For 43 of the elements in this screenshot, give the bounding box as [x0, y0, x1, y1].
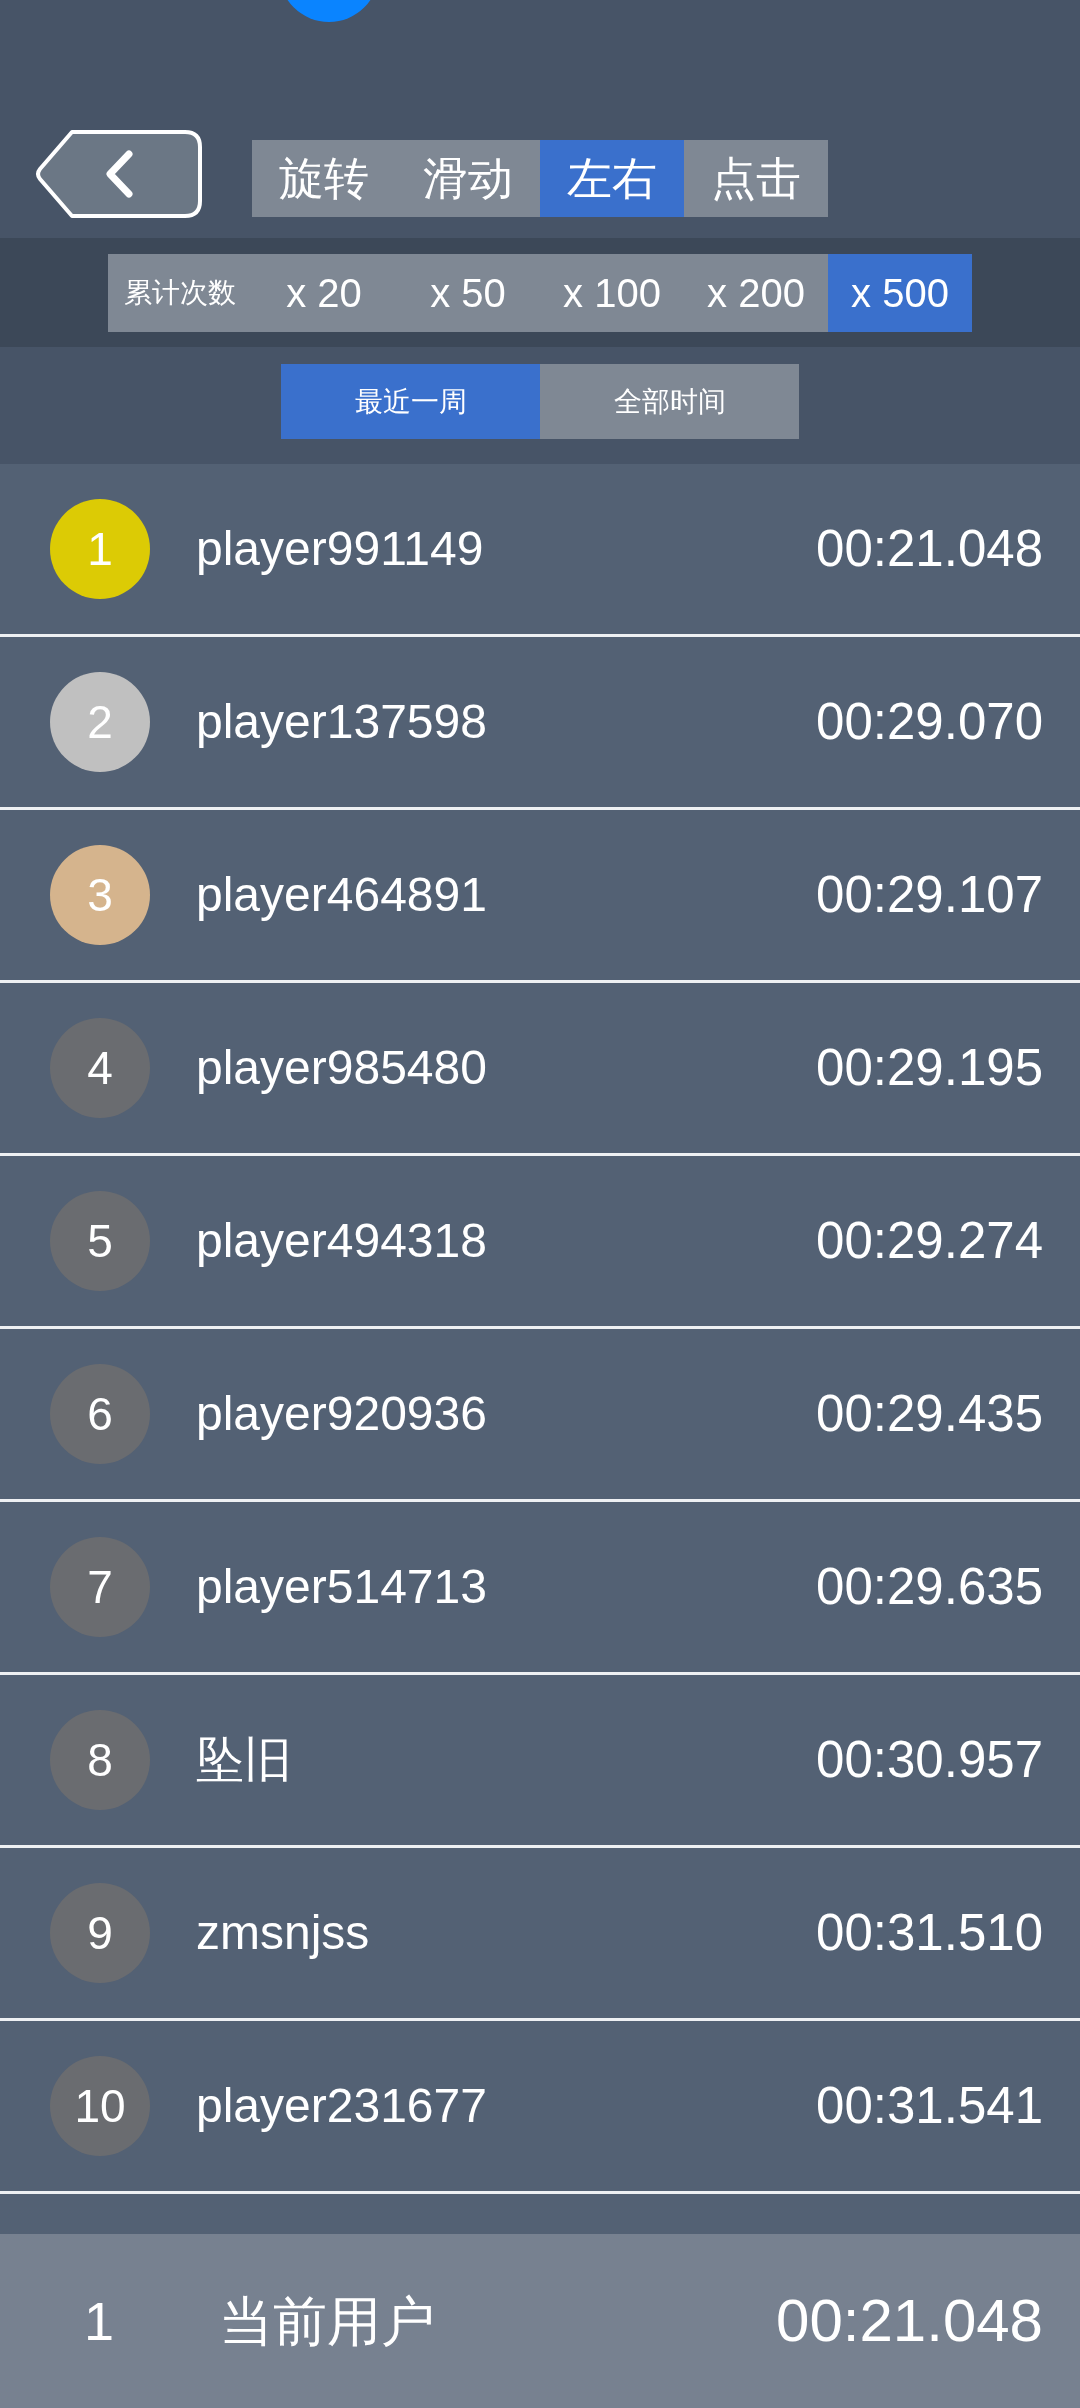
- count-option[interactable]: x 500: [828, 253, 972, 332]
- player-time: 00:31.541: [816, 2075, 1043, 2136]
- rank-badge: 8: [50, 1710, 150, 1810]
- mode-tab[interactable]: 旋转: [252, 140, 396, 217]
- player-time: 00:29.070: [816, 691, 1043, 752]
- player-name: player494318: [196, 1213, 487, 1269]
- player-name: player137598: [196, 694, 487, 750]
- player-name: player920936: [196, 1386, 487, 1442]
- player-time: 00:29.274: [816, 1210, 1043, 1271]
- player-name: player231677: [196, 2078, 487, 2134]
- player-time: 00:29.435: [816, 1383, 1043, 1444]
- player-time: 00:30.957: [816, 1729, 1043, 1790]
- mode-tab[interactable]: 左右: [540, 140, 684, 217]
- player-name: zmsnjss: [196, 1905, 370, 1961]
- player-name: 坠旧: [196, 1732, 292, 1788]
- chevron-left-icon: [103, 149, 134, 199]
- player-name: player514713: [196, 1559, 487, 1615]
- rank-badge: 10: [50, 2056, 150, 2156]
- user-name: 当前用户: [219, 2289, 435, 2353]
- period-tab[interactable]: 最近一周: [281, 364, 540, 439]
- player-time: 00:21.048: [816, 518, 1043, 579]
- player-name: player991149: [196, 521, 484, 577]
- period-tab[interactable]: 全部时间: [540, 364, 799, 439]
- player-time: 00:29.635: [816, 1556, 1043, 1617]
- rank-badge: 3: [50, 845, 150, 945]
- player-time: 00:29.195: [816, 1037, 1043, 1098]
- rank-badge: 5: [50, 1191, 150, 1291]
- player-name: player985480: [196, 1040, 487, 1096]
- rank-badge: 6: [50, 1364, 150, 1464]
- back-button[interactable]: [34, 129, 203, 219]
- rank-badge: 4: [50, 1018, 150, 1118]
- user-time: 00:21.048: [776, 2286, 1043, 2356]
- player-time: 00:31.510: [816, 1902, 1043, 1963]
- rank-badge: 1: [50, 499, 150, 599]
- player-time: 00:29.107: [816, 864, 1043, 925]
- rank-badge: 9: [50, 1883, 150, 1983]
- rank-badge: 7: [50, 1537, 150, 1637]
- mode-tab[interactable]: 点击: [684, 140, 828, 217]
- mode-tab[interactable]: 滑动: [396, 140, 540, 217]
- filter-label: 累计次数: [123, 275, 237, 310]
- user-rank: 1: [84, 2289, 115, 2353]
- player-name: player464891: [196, 867, 487, 923]
- rank-badge: 2: [50, 672, 150, 772]
